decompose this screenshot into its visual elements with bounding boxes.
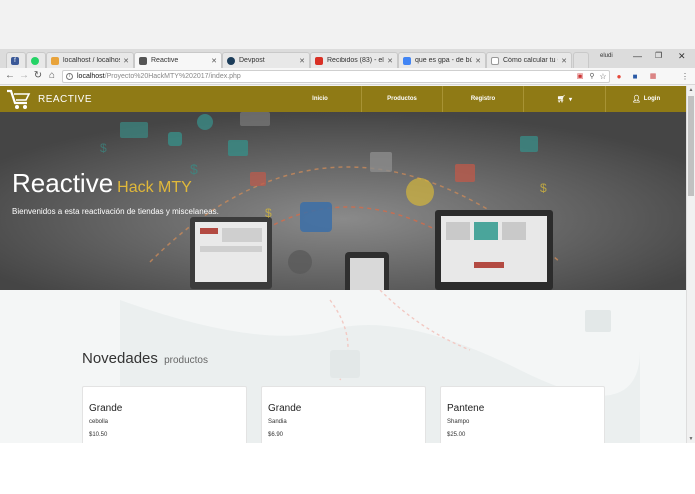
nav-registro[interactable]: Registro: [442, 86, 523, 112]
nav-registro-label: Registro: [470, 96, 496, 102]
product-price: $6.90: [268, 432, 284, 438]
tab-title: que es gpa - de búsq: [415, 57, 472, 64]
facebook-icon: f: [11, 56, 19, 65]
tab-google-search[interactable]: que es gpa - de búsq ✕: [398, 52, 486, 68]
browser-window: f localhost / localhost ✕ Reactive ✕ Dev…: [0, 0, 695, 443]
product-price: $10.50: [89, 432, 108, 438]
hero-title-main: Reactive: [12, 168, 114, 198]
product-name: Grande: [268, 403, 302, 414]
close-window-icon[interactable]: ✕: [678, 51, 686, 62]
tab-title: Recibidos (83) - elud: [327, 57, 384, 64]
info-icon[interactable]: i: [66, 73, 73, 80]
extension-blue-icon[interactable]: ■: [630, 72, 640, 82]
nav-productos-label: Productos: [387, 96, 417, 102]
blank-area: [0, 443, 695, 494]
nav-inicio[interactable]: Inicio: [280, 86, 360, 112]
bookmark-star-icon[interactable]: ☆: [598, 72, 608, 82]
chevron-down-icon: ▾: [568, 96, 572, 103]
cart-logo-icon: [7, 89, 31, 109]
scroll-down-icon[interactable]: ▼: [687, 435, 695, 443]
url-host: localhost: [77, 73, 105, 80]
vertical-scrollbar[interactable]: ▲ ▼: [686, 86, 695, 443]
whatsapp-icon: [31, 56, 39, 65]
profile-name[interactable]: eludi: [600, 53, 613, 59]
product-card[interactable]: Grande cebolla $10.50: [82, 386, 247, 443]
shopping-cart-icon: 🛒︎: [557, 96, 566, 103]
camera-blocked-icon[interactable]: ▣: [575, 72, 585, 82]
svg-text:$: $: [265, 206, 272, 220]
tab-localhost[interactable]: localhost / localhost ✕: [46, 52, 134, 68]
tab-strip: f localhost / localhost ✕ Reactive ✕ Dev…: [0, 49, 695, 68]
product-name: Grande: [89, 403, 123, 414]
nav-login[interactable]: 👤︎ Login: [605, 86, 686, 112]
reload-icon[interactable]: ↻: [32, 70, 44, 82]
back-arrow-icon[interactable]: ←: [4, 70, 16, 82]
forward-arrow-icon[interactable]: →: [18, 70, 30, 82]
hero-banner: $ $ $ $ Reactive Hack MTY Bienvenidos a e…: [0, 112, 686, 290]
scroll-up-icon[interactable]: ▲: [687, 86, 695, 94]
menu-dots-icon[interactable]: ⋮: [680, 72, 690, 82]
zoom-icon[interactable]: ⚲: [587, 72, 597, 82]
extension-color-icon[interactable]: ●: [614, 72, 624, 82]
close-icon[interactable]: ✕: [211, 57, 217, 65]
close-icon[interactable]: ✕: [475, 57, 481, 65]
tab-title: Cómo calcular tu GPA: [503, 57, 558, 64]
close-icon[interactable]: ✕: [561, 57, 567, 65]
section-title: Novedades productos: [82, 350, 208, 367]
page-viewport[interactable]: REACTIVE Inicio Productos Registro 🛒︎ ▾ …: [0, 86, 686, 443]
nav-productos[interactable]: Productos: [361, 86, 442, 112]
nav-inicio-label: Inicio: [312, 96, 328, 102]
address-bar[interactable]: i localhost/Proyecto%20HackMTY%202017/in…: [62, 70, 610, 83]
close-icon[interactable]: ✕: [387, 57, 393, 65]
product-description: Sandia: [268, 419, 287, 425]
page-icon: [491, 56, 499, 65]
hero-subtitle: Bienvenidos a esta reactivación de tiend…: [12, 207, 219, 216]
product-description: Shampo: [447, 419, 470, 425]
nav-cart-dropdown[interactable]: 🛒︎ ▾: [523, 86, 605, 112]
product-card[interactable]: Grande Sandia $6.90: [261, 386, 426, 443]
tab-title: Devpost: [239, 57, 265, 64]
browser-toolbar: ← → ↻ ⌂ i localhost/Proyecto%20HackMTY%2…: [0, 68, 695, 85]
brand-name: REACTIVE: [38, 93, 93, 105]
svg-text:$: $: [100, 141, 107, 155]
svg-text:$: $: [540, 181, 547, 195]
reactive-icon: [139, 56, 147, 65]
site-logo[interactable]: REACTIVE: [6, 88, 92, 110]
restore-icon[interactable]: ❐: [655, 51, 662, 60]
home-icon[interactable]: ⌂: [46, 70, 58, 82]
section-title-small: productos: [164, 355, 208, 366]
product-description: cebolla: [89, 419, 109, 425]
site-navbar: REACTIVE Inicio Productos Registro 🛒︎ ▾ …: [0, 86, 686, 112]
minimize-icon[interactable]: —: [633, 51, 642, 61]
tab-devpost[interactable]: Devpost ✕: [222, 52, 310, 68]
tab-facebook[interactable]: f: [6, 52, 26, 68]
new-tab-button[interactable]: [573, 52, 589, 68]
section-title-main: Novedades: [82, 350, 158, 367]
ecommerce-illustration: $ $ $ $: [0, 112, 686, 290]
content-section: Novedades productos Grande cebolla $10.5…: [0, 290, 686, 443]
product-name: Pantene: [447, 403, 485, 414]
product-card[interactable]: Pantene Shampo $25.00: [440, 386, 605, 443]
gmail-icon: [315, 56, 323, 65]
close-icon[interactable]: ✕: [299, 57, 305, 65]
tab-gmail[interactable]: Recibidos (83) - elud ✕: [310, 52, 398, 68]
user-icon: 👤︎: [631, 96, 641, 103]
tab-title: Reactive: [151, 57, 179, 64]
url-path: /Proyecto%20HackMTY%202017/index.php: [104, 73, 241, 80]
hero-title: Reactive Hack MTY: [12, 168, 192, 199]
product-price: $25.00: [447, 432, 466, 438]
extension-red-icon[interactable]: ▦: [648, 72, 658, 82]
tab-title: localhost / localhost: [63, 57, 121, 64]
google-icon: [403, 56, 411, 65]
scrollbar-thumb[interactable]: [688, 96, 694, 196]
close-icon[interactable]: ✕: [123, 57, 129, 65]
phpmyadmin-icon: [51, 56, 59, 65]
nav-login-label: Login: [643, 96, 661, 102]
devpost-icon: [227, 56, 235, 65]
tab-reactive[interactable]: Reactive ✕: [134, 52, 222, 68]
tab-whatsapp[interactable]: [26, 52, 46, 68]
hero-title-accent: Hack MTY: [117, 179, 192, 196]
tab-gpa-article[interactable]: Cómo calcular tu GPA ✕: [486, 52, 572, 68]
